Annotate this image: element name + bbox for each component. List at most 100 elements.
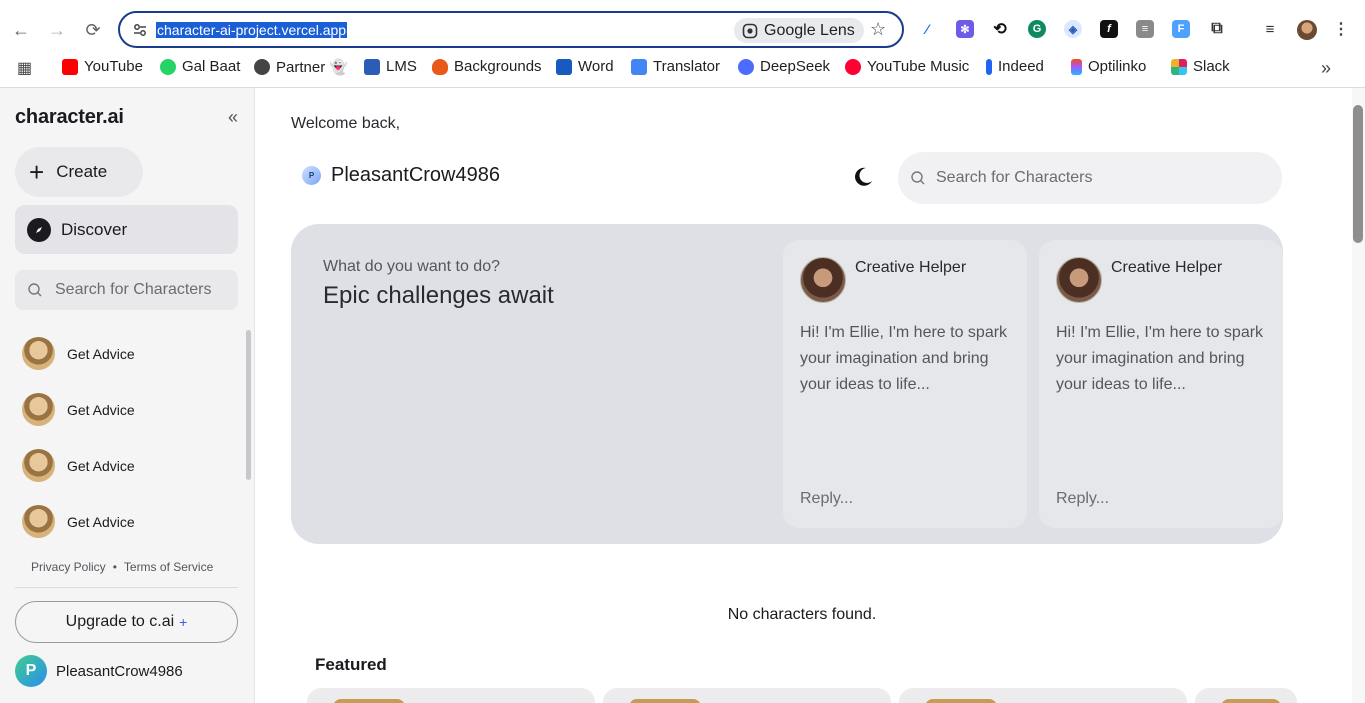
logo[interactable]: character.ai [15, 106, 124, 129]
menu-dots-icon[interactable]: ⋮ [1332, 20, 1350, 38]
bookmark-partner[interactable]: Partner 👻 [254, 58, 348, 76]
extensions-puzzle-icon[interactable]: ⧉ [1208, 20, 1226, 38]
fi-extension-icon[interactable]: F [1172, 20, 1190, 38]
sidebar-scrollbar[interactable] [246, 330, 251, 480]
forward-icon[interactable]: → [45, 18, 69, 42]
search-icon [911, 171, 925, 185]
character-card[interactable]: Creative Helper Hi! I'm Ellie, I'm here … [1039, 240, 1283, 528]
notes-extension-icon[interactable]: ≡ [1136, 20, 1154, 38]
featured-thumbnail [1221, 699, 1281, 703]
dark-mode-moon-icon[interactable] [852, 166, 874, 188]
more-bookmarks-chevron-icon[interactable]: » [1321, 58, 1331, 79]
plus-icon: + [29, 157, 45, 187]
character-avatar [800, 257, 846, 303]
terms-of-service-link[interactable]: Terms of Service [124, 560, 213, 574]
shield-extension-icon[interactable]: ◈ [1064, 20, 1082, 38]
lens-icon [742, 23, 758, 38]
lms-icon [364, 58, 380, 75]
sidebar: character.ai « + Create Discover Search … [0, 88, 255, 703]
bookmark-youtube-music[interactable]: YouTube Music [845, 58, 969, 75]
bookmark-youtube[interactable]: YouTube [62, 58, 143, 75]
discover-label: Discover [61, 219, 128, 239]
featured-card[interactable] [603, 688, 891, 703]
sidebar-username: PleasantCrow4986 [56, 662, 183, 680]
bookmark-star-icon[interactable]: ☆ [870, 19, 886, 40]
page-scrollbar-thumb[interactable] [1353, 105, 1363, 243]
google-lens-button[interactable]: Google Lens [734, 18, 864, 43]
hero-panel: What do you want to do? Epic challenges … [291, 224, 1283, 544]
chat-item[interactable]: Get Advice [22, 393, 135, 426]
chat-item[interactable]: Get Advice [22, 337, 135, 370]
user-profile-button[interactable]: P PleasantCrow4986 [15, 655, 183, 687]
reload-icon[interactable]: ⟳ [81, 18, 105, 42]
reply-input[interactable]: Reply... [800, 490, 853, 508]
sync-extension-icon[interactable]: ⟲ [991, 20, 1009, 38]
chat-name: Get Advice [67, 513, 135, 530]
hero-title: Epic challenges await [323, 282, 554, 309]
discover-button[interactable]: Discover [15, 205, 238, 254]
word-icon [556, 58, 572, 75]
character-search-input[interactable]: Search for Characters [898, 152, 1282, 204]
pen-extension-icon[interactable]: ⁄ [918, 20, 936, 38]
privacy-policy-link[interactable]: Privacy Policy [31, 560, 106, 574]
avatar: P [302, 166, 321, 185]
main-user-greeting: P PleasantCrow4986 [302, 164, 500, 187]
sidebar-search-placeholder: Search for Characters [55, 281, 212, 298]
create-button[interactable]: + Create [15, 147, 143, 197]
featured-card[interactable] [1195, 688, 1297, 703]
whatsapp-icon [160, 58, 176, 75]
reply-input[interactable]: Reply... [1056, 490, 1109, 508]
chat-avatar [22, 337, 55, 370]
bookmark-slack[interactable]: Slack [1171, 58, 1230, 75]
chat-item[interactable]: Get Advice [22, 449, 135, 482]
chat-name: Get Advice [67, 457, 135, 474]
profile-avatar[interactable] [1297, 20, 1317, 40]
youtube-icon [62, 58, 78, 75]
main-search-placeholder: Search for Characters [936, 169, 1093, 186]
media-control-icon[interactable]: ≡ [1261, 20, 1279, 38]
featured-card[interactable] [307, 688, 595, 703]
extension-gear-icon[interactable]: ✻ [956, 20, 974, 38]
indeed-icon [986, 58, 992, 75]
back-icon[interactable]: ← [9, 18, 33, 42]
character-message: Hi! I'm Ellie, I'm here to spark your im… [1056, 324, 1264, 393]
collapse-sidebar-icon[interactable]: « [228, 107, 238, 128]
apps-grid-icon[interactable]: ▦ [17, 58, 32, 78]
bookmark-optilinko[interactable]: Optilinko [1071, 58, 1146, 75]
upgrade-label: Upgrade to c.ai [65, 613, 175, 630]
browser-toolbar: ← → ⟳ character-ai-project.vercel.app Go… [0, 0, 1365, 88]
chat-item[interactable]: Get Advice [22, 505, 135, 538]
translate-icon [631, 58, 647, 75]
site-settings-icon[interactable] [132, 22, 148, 38]
grammarly-icon[interactable]: G [1028, 20, 1046, 38]
character-avatar [1056, 257, 1102, 303]
compass-icon [27, 217, 51, 242]
featured-heading: Featured [315, 655, 387, 674]
url-text[interactable]: character-ai-project.vercel.app [156, 22, 348, 38]
featured-card[interactable] [899, 688, 1187, 703]
legal-links: Privacy Policy • Terms of Service [31, 560, 213, 574]
bookmark-word[interactable]: Word [556, 58, 614, 75]
upgrade-plus-icon: + [179, 614, 188, 630]
lens-label: Google Lens [764, 21, 855, 39]
chat-name: Get Advice [67, 401, 135, 418]
sidebar-divider [15, 587, 238, 588]
bookmark-deepseek[interactable]: DeepSeek [738, 58, 830, 75]
deepseek-icon [738, 58, 754, 75]
chat-name: Get Advice [67, 345, 135, 362]
bookmark-lms[interactable]: LMS [364, 58, 417, 75]
bookmark-indeed[interactable]: Indeed [986, 58, 1044, 75]
upgrade-button[interactable]: Upgrade to c.ai + [15, 601, 238, 643]
bookmark-translator[interactable]: Translator [631, 58, 720, 75]
address-bar[interactable]: character-ai-project.vercel.app Google L… [118, 11, 904, 48]
bookmark-gal-baat[interactable]: Gal Baat [160, 58, 240, 75]
bookmarks-bar: ▦ YouTube Gal Baat Partner 👻 LMS Backgro… [0, 53, 1365, 81]
sidebar-search-input[interactable]: Search for Characters [15, 270, 238, 310]
character-name: Creative Helper [855, 259, 967, 276]
welcome-text: Welcome back, [291, 115, 401, 132]
font-extension-icon[interactable]: f [1100, 20, 1118, 38]
character-card[interactable]: Creative Helper Hi! I'm Ellie, I'm here … [783, 240, 1027, 528]
character-message: Hi! I'm Ellie, I'm here to spark your im… [800, 324, 1008, 393]
bookmark-backgrounds[interactable]: Backgrounds [432, 58, 542, 75]
chat-avatar [22, 449, 55, 482]
